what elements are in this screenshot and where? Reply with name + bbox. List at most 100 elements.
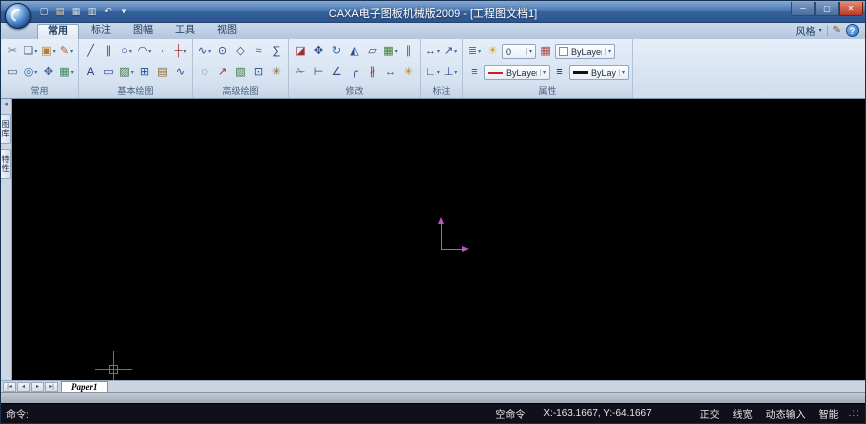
group-row: ∟▾⊥▾	[424, 63, 459, 82]
ribbon-tab-图幅[interactable]: 图幅	[123, 24, 163, 39]
resize-grip[interactable]: .::	[849, 408, 860, 419]
chamfer-button[interactable]: ∠	[328, 63, 345, 82]
array-button[interactable]: ▦▾	[382, 42, 399, 61]
color-palette-button[interactable]: ▦	[537, 42, 554, 61]
hatch-button[interactable]: ▨▾	[118, 63, 135, 82]
ellipse-icon: ⊙	[218, 46, 227, 57]
rotate-button[interactable]: ↻	[328, 42, 345, 61]
stretch-button[interactable]: ↔	[382, 63, 399, 82]
trim-button[interactable]: ✁	[292, 63, 309, 82]
style-dropdown[interactable]: 风格 ▾	[796, 23, 822, 38]
command-prompt: 命令:	[6, 406, 29, 421]
image-button[interactable]: ▧	[232, 63, 249, 82]
contour-button[interactable]: ◌	[196, 63, 213, 82]
minimize-button[interactable]: ─	[791, 2, 815, 16]
sheet-tab-Paper1[interactable]: Paper1	[61, 381, 108, 393]
save-button[interactable]: ▦	[69, 4, 83, 19]
decoration-button[interactable]: ✳	[268, 63, 285, 82]
display-button[interactable]: ▦▾	[58, 63, 75, 82]
last-sheet-button[interactable]: ▸|	[45, 382, 58, 392]
select-button[interactable]: ▭	[4, 63, 21, 82]
ribbon-tab-视图[interactable]: 视图	[207, 24, 247, 39]
explode-button[interactable]: ✳	[400, 63, 417, 82]
app-menu-button[interactable]	[5, 3, 31, 29]
spline-button[interactable]: ∿▾	[196, 42, 213, 61]
linetype-button[interactable]: ≡	[466, 63, 483, 82]
coordinate-dimension-button[interactable]: ∟▾	[424, 63, 441, 82]
linetype-icon: ≡	[471, 67, 477, 78]
arrow-button[interactable]: ↗	[214, 63, 231, 82]
status-toggle-动态输入[interactable]: 动态输入	[766, 406, 806, 421]
open-button[interactable]: ▤	[53, 4, 67, 19]
qat-menu-button[interactable]: ▾	[117, 4, 131, 19]
format-brush-button[interactable]: ✎▾	[58, 42, 75, 61]
undo-button[interactable]: ↶	[101, 4, 115, 19]
block-button[interactable]: ▤	[154, 63, 171, 82]
linetype-combo[interactable]: ByLayer▾	[484, 65, 550, 80]
table-button[interactable]: ⊞	[136, 63, 153, 82]
status-toggle-线宽[interactable]: 线宽	[733, 406, 753, 421]
centerline-icon: ┼	[175, 46, 183, 57]
move-button[interactable]: ✥	[310, 42, 327, 61]
lineweight-combo[interactable]: ByLayer▾	[569, 65, 629, 80]
new-button[interactable]: ▢	[37, 4, 51, 19]
erase-button[interactable]: ◪	[292, 42, 309, 61]
formula-button[interactable]: ∑	[268, 42, 285, 61]
side-tab-图库[interactable]: 图库	[1, 114, 11, 144]
extend-button[interactable]: ⊢	[310, 63, 327, 82]
polygon-button[interactable]: ◇	[232, 42, 249, 61]
ribbon-tab-工具[interactable]: 工具	[165, 24, 205, 39]
wave-line-icon: ≈	[255, 46, 261, 57]
print-button[interactable]: ▥	[85, 4, 99, 19]
status-toggle-智能[interactable]: 智能	[819, 406, 839, 421]
mirror-button[interactable]: ◭	[346, 42, 363, 61]
paste-button[interactable]: ▣▾	[40, 42, 57, 61]
help-button[interactable]: ?	[846, 24, 859, 37]
format-brush-dropdown-icon: ▾	[70, 48, 73, 55]
layer-button[interactable]: ≣▾	[466, 42, 483, 61]
main-area: ◂ 图库特性	[1, 99, 865, 380]
next-sheet-button[interactable]: ▸	[31, 382, 44, 392]
ellipse-button[interactable]: ⊙	[214, 42, 231, 61]
layer-bulb-button[interactable]: ☀	[484, 42, 501, 61]
lineweight-button[interactable]: ≡	[551, 63, 568, 82]
pan-button[interactable]: ✥	[40, 63, 57, 82]
layer-combo[interactable]: 0▾	[502, 44, 536, 59]
break-button[interactable]: ∦	[364, 63, 381, 82]
datum-button[interactable]: ⊥▾	[442, 63, 459, 82]
copy-button[interactable]: ❏▾	[22, 42, 39, 61]
ribbon-group-属性: ≣▾☀0▾▦ByLayer▾≡ByLayer▾≡ByLayer▾属性	[463, 39, 633, 98]
maximize-button[interactable]: ▢	[815, 2, 839, 16]
side-tab-特性[interactable]: 特性	[1, 149, 11, 179]
text-button[interactable]: A	[82, 63, 99, 82]
ole-object-button[interactable]: ⊡	[250, 63, 267, 82]
centerline-button[interactable]: ┼▾	[172, 42, 189, 61]
ribbon-tab-标注[interactable]: 标注	[81, 24, 121, 39]
sheet-tabs: Paper1	[61, 381, 108, 393]
lineweight-combo-value: ByLayer	[591, 68, 616, 78]
wave-line-button[interactable]: ≈	[250, 42, 267, 61]
fillet-button[interactable]: ╭	[346, 63, 363, 82]
color-combo[interactable]: ByLayer▾	[555, 44, 615, 59]
zoom-button[interactable]: ◎▾	[22, 63, 39, 82]
close-button[interactable]: ✕	[839, 2, 863, 16]
point-button[interactable]: ∙	[154, 42, 171, 61]
circle-button[interactable]: ○▾	[118, 42, 135, 61]
polyline-button[interactable]: ∿	[172, 63, 189, 82]
arc-button[interactable]: ◠▾	[136, 42, 153, 61]
parallel-line-button[interactable]: ∥	[100, 42, 117, 61]
first-sheet-button[interactable]: |◂	[3, 382, 16, 392]
line-button[interactable]: ╱	[82, 42, 99, 61]
style-edit-icon[interactable]: ✎	[833, 25, 841, 36]
panel-collapse-icon[interactable]: ◂	[4, 101, 8, 109]
status-toggle-正交[interactable]: 正交	[700, 406, 720, 421]
drawing-canvas[interactable]	[12, 99, 865, 380]
dimension-button[interactable]: ↔▾	[424, 42, 441, 61]
scale-button[interactable]: ▱	[364, 42, 381, 61]
prev-sheet-button[interactable]: ◂	[17, 382, 30, 392]
rectangle-button[interactable]: ▭	[100, 63, 117, 82]
offset-button[interactable]: ∥	[400, 42, 417, 61]
ribbon-tab-常用[interactable]: 常用	[37, 24, 79, 39]
leader-button[interactable]: ↗▾	[442, 42, 459, 61]
cut-button[interactable]: ✂	[4, 42, 21, 61]
